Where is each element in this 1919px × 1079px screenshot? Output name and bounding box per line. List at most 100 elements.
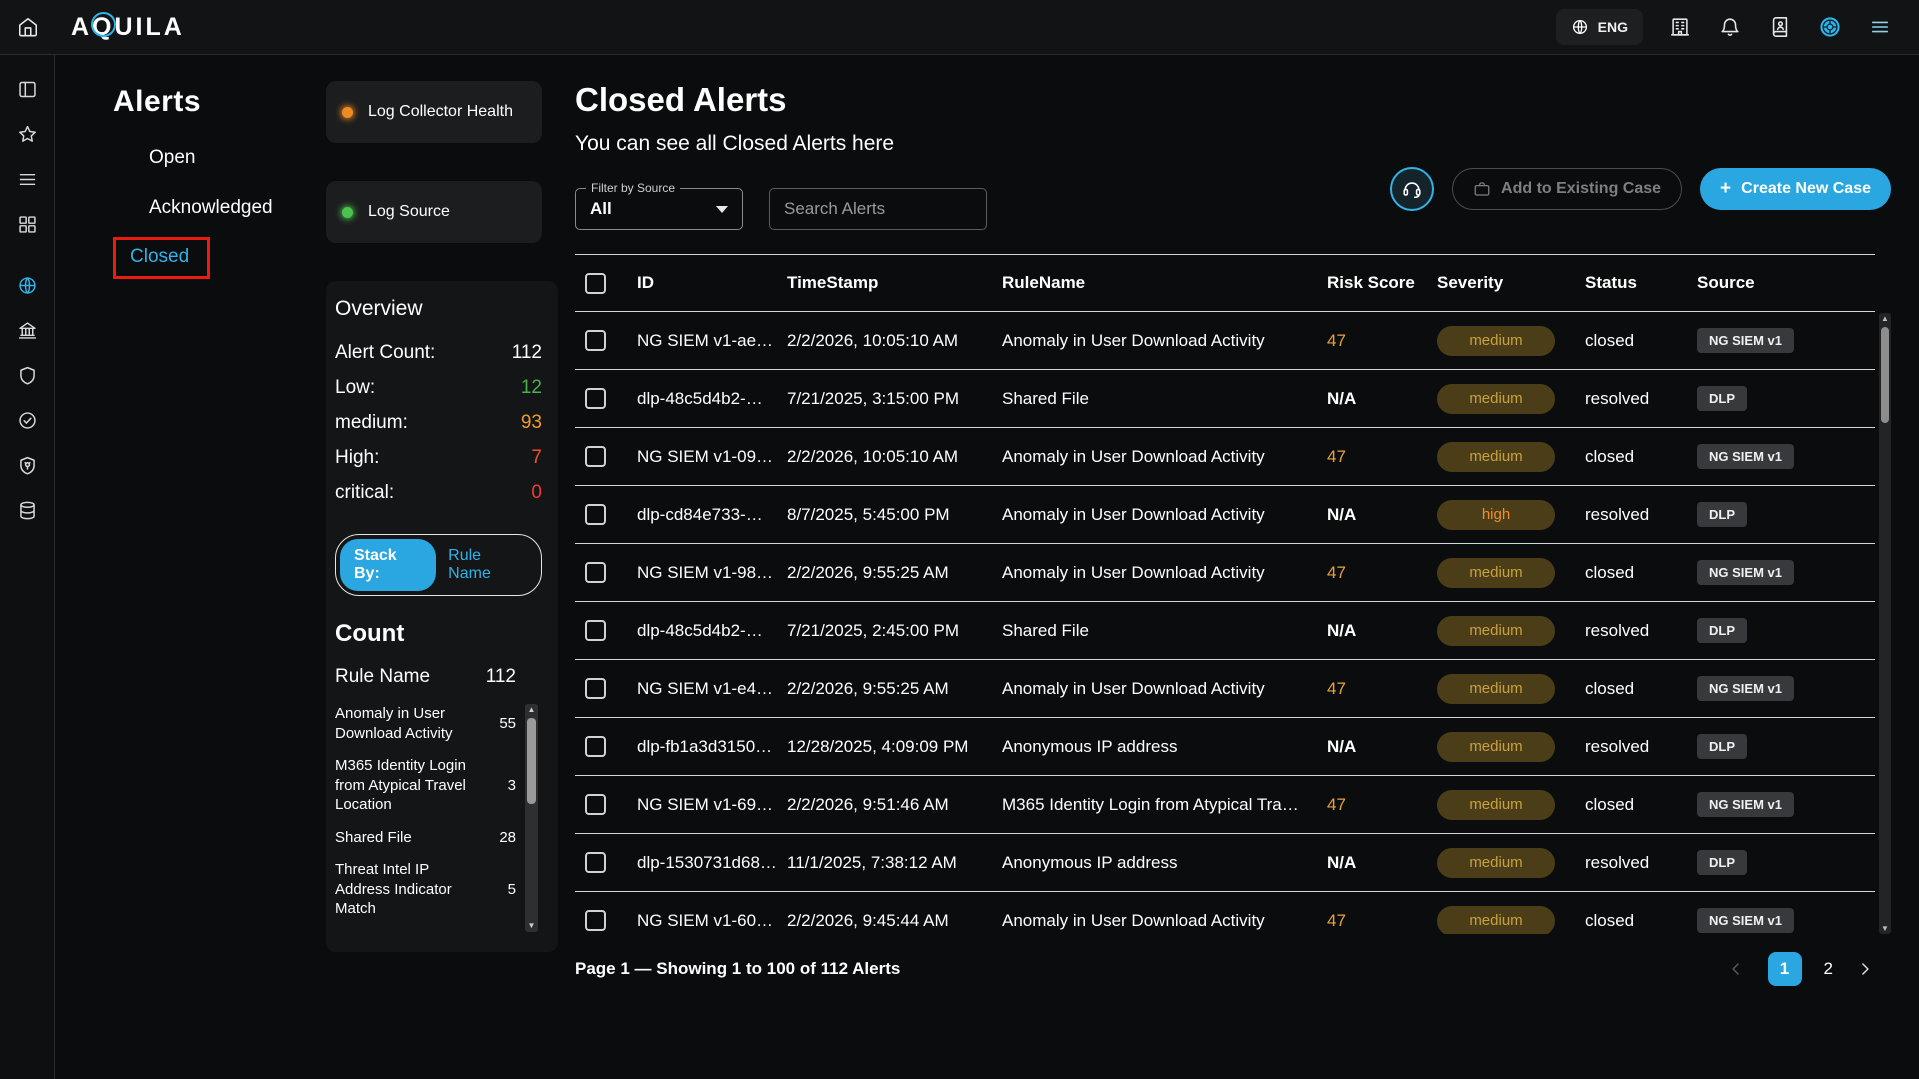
chevron-left-icon <box>1726 959 1746 979</box>
radar-globe-icon <box>17 275 38 296</box>
column-header-timestamp: TimeStamp <box>787 273 1002 293</box>
table-row[interactable]: dlp-1530731d68… 11/1/2025, 7:38:12 AM An… <box>575 834 1875 892</box>
sidebar-columns-icon <box>17 79 38 100</box>
table-row[interactable]: dlp-fb1a3d3150… 12/28/2025, 4:09:09 PM A… <box>575 718 1875 776</box>
next-page-button[interactable] <box>1855 959 1875 979</box>
scroll-down-icon[interactable]: ▼ <box>1879 924 1891 933</box>
row-checkbox[interactable] <box>585 678 606 699</box>
row-checkbox[interactable] <box>585 562 606 583</box>
dashboard-button[interactable] <box>5 202 49 247</box>
severity-badge: medium <box>1437 790 1555 820</box>
row-checkbox[interactable] <box>585 910 606 931</box>
previous-page-button[interactable] <box>1726 959 1746 979</box>
stat-value: 0 <box>531 482 542 504</box>
source-filter-select[interactable]: Filter by Source All <box>575 188 743 230</box>
cell-risk-score: N/A <box>1327 737 1437 757</box>
threat-button[interactable] <box>5 443 49 488</box>
row-checkbox[interactable] <box>585 504 606 525</box>
stack-by-button[interactable]: Stack By: <box>340 539 436 591</box>
create-case-label: Create New Case <box>1741 180 1871 198</box>
filter-label: Filter by Source <box>586 181 680 195</box>
stack-by-value[interactable]: Rule Name <box>448 547 537 583</box>
table-scrollbar[interactable]: ▲ ▼ <box>1879 313 1891 934</box>
row-checkbox[interactable] <box>585 446 606 467</box>
log-source-card[interactable]: Log Source <box>326 181 542 243</box>
cell-status: closed <box>1585 331 1697 351</box>
database-icon <box>17 500 38 521</box>
scroll-down-icon[interactable]: ▼ <box>528 921 536 931</box>
scrollbar-thumb[interactable] <box>527 718 536 804</box>
table-row[interactable]: NG SIEM v1-091… 2/2/2026, 10:05:10 AM An… <box>575 428 1875 486</box>
sidebar-item-acknowledged[interactable]: Acknowledged <box>149 197 307 219</box>
agent-assist-button[interactable] <box>1390 167 1434 211</box>
cell-id: dlp-1530731d68… <box>637 853 787 873</box>
institution-button[interactable] <box>5 308 49 353</box>
source-badge: DLP <box>1697 618 1747 643</box>
source-badge: NG SIEM v1 <box>1697 560 1794 585</box>
rule-count-item[interactable]: Anomaly in User Download Activity 55 <box>335 704 516 743</box>
table-footer: Page 1 — Showing 1 to 100 of 112 Alerts … <box>575 952 1891 986</box>
scroll-up-icon[interactable]: ▲ <box>1879 314 1891 323</box>
list-menu-button[interactable] <box>5 157 49 202</box>
select-all-checkbox[interactable] <box>585 273 606 294</box>
stat-label: critical: <box>335 482 394 504</box>
row-checkbox[interactable] <box>585 794 606 815</box>
table-row[interactable]: NG SIEM v1-60b… 2/2/2026, 9:45:44 AM Ano… <box>575 892 1875 934</box>
briefcase-icon <box>1473 180 1491 198</box>
data-sources-button[interactable] <box>5 488 49 533</box>
table-row[interactable]: NG SIEM v1-691… 2/2/2026, 9:51:46 AM M36… <box>575 776 1875 834</box>
table-row[interactable]: dlp-cd84e733-… 8/7/2025, 5:45:00 PM Anom… <box>575 486 1875 544</box>
cell-risk-score: 47 <box>1327 795 1437 815</box>
cell-id: dlp-cd84e733-… <box>637 505 787 525</box>
scroll-up-icon[interactable]: ▲ <box>528 705 536 715</box>
rule-count-item[interactable]: Shared File 28 <box>335 828 516 848</box>
log-collector-health-card[interactable]: Log Collector Health <box>326 81 542 143</box>
sidebar-item-open[interactable]: Open <box>149 147 307 169</box>
table-row[interactable]: NG SIEM v1-982… 2/2/2026, 9:55:25 AM Ano… <box>575 544 1875 602</box>
alerts-section-button[interactable] <box>5 263 49 308</box>
table-row[interactable]: NG SIEM v1-ae5… 2/2/2026, 10:05:10 AM An… <box>575 312 1875 370</box>
protection-button[interactable] <box>5 353 49 398</box>
column-header-rulename: RuleName <box>1002 273 1327 293</box>
sidebar-item-closed[interactable]: Closed <box>130 246 189 268</box>
compliance-button[interactable] <box>5 398 49 443</box>
home-button[interactable] <box>0 0 55 55</box>
table-row[interactable]: NG SIEM v1-e4d… 2/2/2026, 9:55:25 AM Ano… <box>575 660 1875 718</box>
page-button-1[interactable]: 1 <box>1768 952 1802 986</box>
language-selector[interactable]: ENG <box>1556 9 1643 45</box>
panels-button[interactable] <box>5 67 49 112</box>
contacts-button[interactable] <box>1767 14 1793 40</box>
rule-name: Shared File <box>335 828 480 848</box>
source-badge: DLP <box>1697 502 1747 527</box>
bell-icon <box>1719 16 1741 38</box>
rule-count-item[interactable]: M365 Identity Login from Atypical Travel… <box>335 756 516 815</box>
count-list-scrollbar[interactable]: ▲ ▼ <box>525 704 538 932</box>
rule-count-item[interactable]: Threat Intel IP Address Indicator Match … <box>335 860 516 919</box>
cell-status: resolved <box>1585 389 1697 409</box>
stat-value: 12 <box>521 377 542 399</box>
star-icon <box>17 124 38 145</box>
main-menu-button[interactable] <box>1867 14 1893 40</box>
severity-badge: medium <box>1437 326 1555 356</box>
search-input[interactable] <box>769 188 987 230</box>
cell-timestamp: 12/28/2025, 4:09:09 PM <box>787 737 1002 757</box>
row-checkbox[interactable] <box>585 330 606 351</box>
notifications-button[interactable] <box>1717 14 1743 40</box>
row-checkbox[interactable] <box>585 388 606 409</box>
add-to-existing-case-button[interactable]: Add to Existing Case <box>1452 168 1682 210</box>
row-checkbox[interactable] <box>585 736 606 757</box>
cell-status: closed <box>1585 795 1697 815</box>
row-checkbox[interactable] <box>585 852 606 873</box>
create-new-case-button[interactable]: + Create New Case <box>1700 168 1891 210</box>
row-checkbox[interactable] <box>585 620 606 641</box>
scrollbar-thumb[interactable] <box>1881 327 1889 423</box>
favorites-button[interactable] <box>5 112 49 157</box>
cell-rulename: Anomaly in User Download Activity <box>1002 563 1327 583</box>
table-row[interactable]: dlp-48c5d4b2-… 7/21/2025, 3:15:00 PM Sha… <box>575 370 1875 428</box>
support-button[interactable] <box>1817 14 1843 40</box>
table-row[interactable]: dlp-48c5d4b2-… 7/21/2025, 2:45:00 PM Sha… <box>575 602 1875 660</box>
header-actions: Add to Existing Case + Create New Case <box>1390 167 1891 211</box>
organization-button[interactable] <box>1667 14 1693 40</box>
page-button-2[interactable]: 2 <box>1824 959 1833 979</box>
headset-icon <box>1401 178 1423 200</box>
